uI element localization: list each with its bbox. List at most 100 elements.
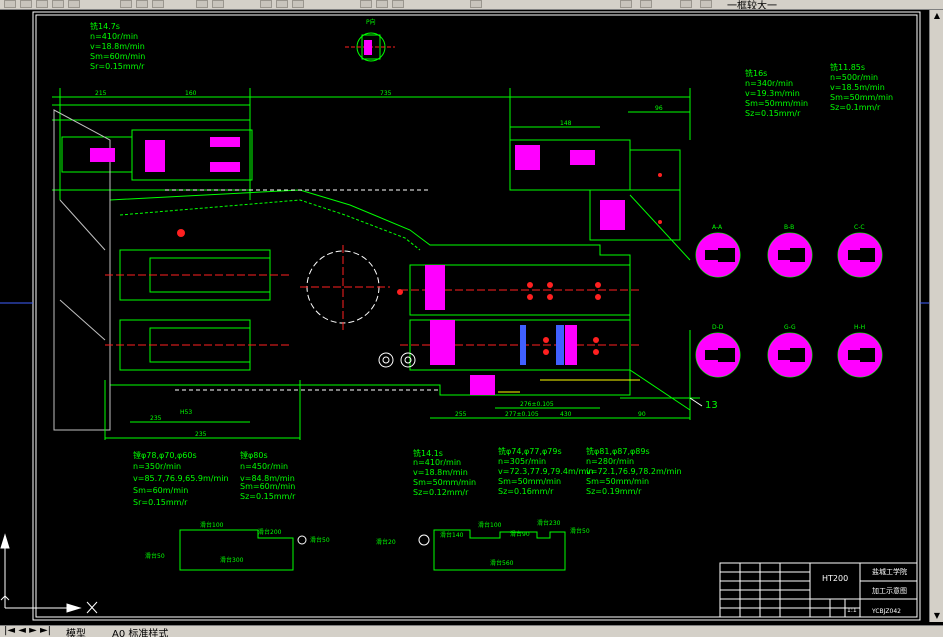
- fixture-sketch-1: [179, 529, 294, 571]
- section-hatch: [768, 233, 790, 277]
- note-bottom-3-3: Sm=50mm/min: [413, 478, 476, 487]
- note-bottom-4-1: n=305r/min: [498, 457, 546, 466]
- fixture-1-side: 滑台50: [145, 552, 165, 560]
- fixture-1-top: 滑台100: [200, 521, 224, 529]
- note-top-left-4: Sr=0.15mm/r: [90, 62, 145, 71]
- title-material: HT200: [822, 574, 848, 583]
- note-bottom-5-1: n=280r/min: [586, 457, 634, 466]
- note-right-1-3: Sm=50mm/min: [745, 99, 808, 108]
- note-bottom-3-0: 铣14.1s: [413, 448, 443, 458]
- vertical-scrollbar[interactable]: ▲ ▼: [929, 10, 943, 622]
- note-bottom-3-4: Sz=0.12mm/r: [413, 488, 469, 497]
- note-top-left-3: Sm=60m/min: [90, 52, 145, 61]
- section-hatch: [790, 233, 812, 277]
- note-bottom-1-4: Sr=0.15mm/r: [133, 498, 188, 507]
- note-top-left-1: n=410r/min: [90, 32, 138, 41]
- fixture-2-top1: 滑台140: [440, 531, 464, 539]
- note-right-1-2: v=19.3m/min: [745, 89, 800, 98]
- note-right-2-3: Sm=50mm/min: [830, 93, 893, 102]
- locator-symbol: [418, 534, 430, 546]
- fixture-1-bottom: 滑台300: [220, 556, 244, 564]
- note-right-1-4: Sz=0.15mm/r: [745, 109, 801, 118]
- section-hatch: [790, 333, 812, 377]
- note-bottom-4-4: Sz=0.16mm/r: [498, 487, 554, 496]
- section-p-label: P向: [366, 18, 376, 26]
- note-bottom-3-2: v=18.8m/min: [413, 468, 468, 477]
- note-top-left-0: 铣14.7s: [90, 21, 120, 31]
- tab-model[interactable]: 模型: [66, 626, 86, 637]
- hatch: [210, 162, 240, 172]
- title-drawing-name: 加工示意图: [872, 586, 907, 595]
- spindle-part: [556, 325, 564, 365]
- dim-bottom-0: H53: [180, 409, 192, 416]
- layout-tabs: |◄ ◄ ► ►| 模型 A0 标准样式: [0, 625, 943, 637]
- fixture-2-top3: 滑台230: [537, 519, 561, 527]
- section-hatch: [860, 233, 882, 277]
- note-bottom-1-1: n=350r/min: [133, 462, 181, 471]
- section-hatch: [718, 233, 740, 277]
- hatch: [210, 137, 240, 147]
- drawing-canvas[interactable]: 铣14.7s n=410r/min v=18.8m/min Sm=60m/min…: [0, 0, 943, 636]
- section-hatch: [860, 333, 882, 377]
- hatch: [600, 200, 625, 230]
- dim-bottom-1: 235: [150, 415, 162, 422]
- hole-mark: [177, 229, 185, 237]
- section-hatch: [718, 333, 740, 377]
- note-bottom-3-1: n=410r/min: [413, 458, 461, 467]
- note-bottom-1-2: v=85.7,76.9,65.9m/min: [133, 474, 229, 483]
- tab-layout[interactable]: A0 标准样式: [112, 626, 168, 637]
- dim-bottom-2: 235: [195, 431, 207, 438]
- section-label-gg: G-G: [784, 324, 796, 331]
- note-bottom-5-4: Sz=0.19mm/r: [586, 487, 642, 496]
- note-bottom-5-3: Sm=50mm/min: [586, 477, 649, 486]
- section-hatch: [696, 333, 718, 377]
- note-top-left-2: v=18.8m/min: [90, 42, 145, 51]
- dim-bottom-7: 90: [638, 411, 646, 418]
- note-bottom-1-0: 镗φ78,φ70,φ60s: [133, 450, 197, 460]
- section-hatch: [696, 233, 718, 277]
- tab-nav-arrows[interactable]: |◄ ◄ ► ►|: [4, 626, 51, 636]
- note-bottom-2-3: Sm=60m/min: [240, 482, 295, 491]
- scroll-up-icon[interactable]: ▲: [932, 11, 942, 21]
- note-bottom-1-3: Sm=60m/min: [133, 486, 188, 495]
- fixture-1-right: 滑台200: [258, 528, 282, 536]
- dim-top-2: 735: [380, 90, 392, 97]
- hatch: [145, 140, 165, 172]
- fixture-2-bottom: 滑台560: [490, 559, 514, 567]
- hole-mark: [397, 289, 403, 295]
- note-right-2-1: n=500r/min: [830, 73, 878, 82]
- note-bottom-4-0: 铣φ74,φ77,φ79s: [498, 446, 562, 456]
- ucs-icon: [0, 533, 98, 614]
- fixture-1-end: 滑台50: [310, 536, 330, 544]
- note-bottom-4-2: v=72.3,77.9,79.4m/min: [498, 467, 594, 476]
- note-right-1-1: n=340r/min: [745, 79, 793, 88]
- note-right-1-0: 铣16s: [745, 68, 767, 78]
- spindle-part: [520, 325, 526, 365]
- bolt-hole: [378, 352, 394, 368]
- dim-top-1: 160: [185, 90, 197, 97]
- fixture-2-mid: 滑台90: [510, 530, 530, 538]
- dim-bottom-6: 255: [455, 411, 467, 418]
- hatch: [430, 320, 455, 365]
- leader-label: 13: [705, 400, 718, 411]
- dim-bottom-4: 276±0.105: [520, 401, 554, 408]
- section-label-hh: H-H: [854, 324, 865, 331]
- title-school: 盐城工学院: [872, 567, 907, 576]
- section-hatch: [768, 333, 790, 377]
- dim-bottom-3: 430: [560, 411, 572, 418]
- section-label-cc: C-C: [854, 224, 865, 231]
- fixture-2-end: 滑台50: [570, 527, 590, 535]
- hatch: [364, 40, 372, 55]
- dim-top-4: 96: [655, 105, 663, 112]
- note-bottom-2-4: Sz=0.15mm/r: [240, 492, 296, 501]
- hatch: [515, 145, 540, 170]
- hatch: [425, 265, 445, 310]
- scroll-down-icon[interactable]: ▼: [932, 611, 942, 621]
- bolt-hole: [400, 352, 416, 368]
- note-right-2-2: v=18.5m/min: [830, 83, 885, 92]
- fixture-2-left: 滑台20: [376, 538, 396, 546]
- title-scale: 1:1: [847, 607, 857, 614]
- note-bottom-5-0: 铣φ81,φ87,φ89s: [586, 446, 650, 456]
- fixture-2-top2: 滑台100: [478, 521, 502, 529]
- locator-symbol: [297, 535, 307, 545]
